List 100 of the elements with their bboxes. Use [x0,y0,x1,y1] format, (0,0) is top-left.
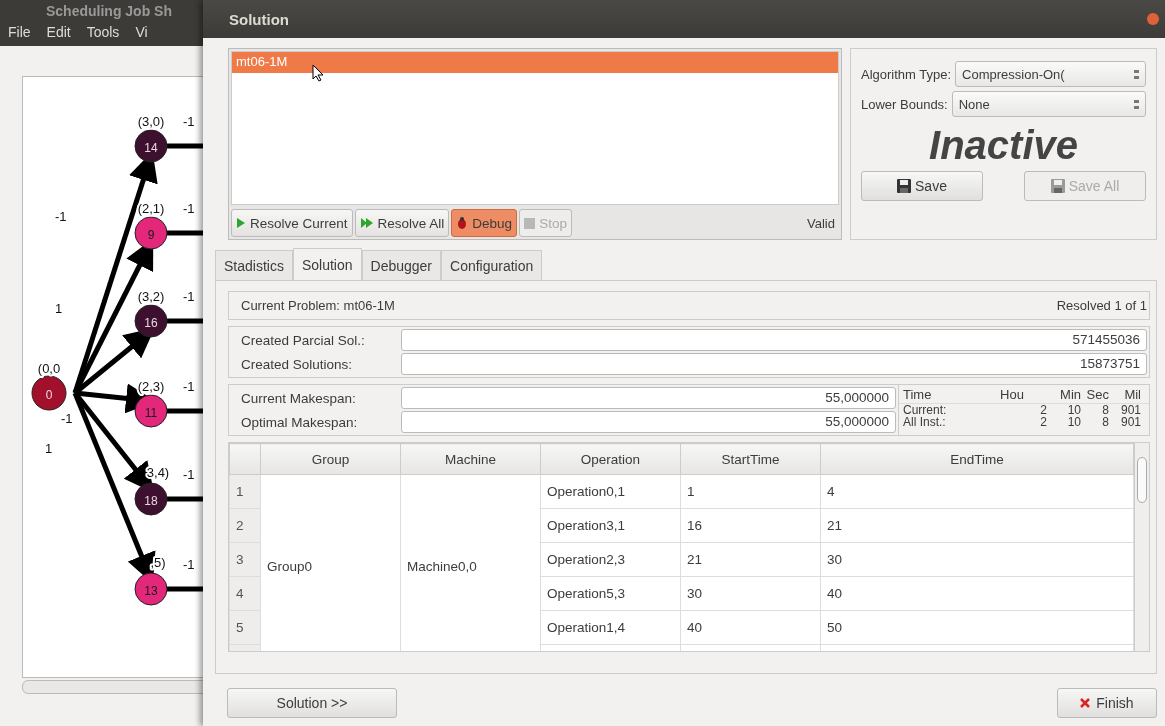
edge-label: 1 [45,441,53,456]
time-value: Current: [902,404,948,416]
graph-node[interactable] [134,216,168,250]
edge-label: -1 [183,379,195,394]
action-button[interactable]: Resolve Current [231,209,353,237]
finish-button[interactable]: Finish [1057,688,1157,718]
time-column-header: Mil [1123,387,1142,403]
menu-item[interactable]: Edit [46,24,71,40]
current-problem: Current Problem: mt06-1M [241,298,395,313]
graph-node[interactable] [134,394,168,428]
table-cell: Operation1,4 [540,610,681,645]
time-column-header: Min [1059,387,1081,403]
status-text: Inactive [928,123,1079,167]
table-cell: Operation5,3 [540,576,681,611]
table-cell: Operation0,1 [540,474,681,509]
time-value: 901 [1119,404,1142,416]
fast-forward-icon [359,217,374,229]
node-label: 0 [45,388,53,402]
table-cell: 40 [680,610,821,645]
table-cell: 16 [680,508,821,543]
row-number: 5 [229,610,261,645]
node-label: 9 [147,228,155,242]
field-label: Created Parcial Sol.: [240,332,366,348]
menu-item[interactable]: Vi [135,24,148,40]
row-number: 4 [229,576,261,611]
field-label: Optimal Makespan: [240,414,359,430]
tab[interactable]: Stadistics [215,250,293,280]
column-header[interactable]: EndTime [820,443,1134,475]
edge-label: 1 [55,301,63,316]
node-coordinate: (3,0) [137,114,165,129]
graph-node[interactable] [134,482,168,516]
edge-label: -1 [183,467,195,482]
validity-status: Valid [807,215,836,231]
node-label: 11 [144,406,158,420]
node-coordinate: (2,1) [137,201,165,216]
graph-node[interactable] [134,129,168,163]
spinner-arrows-icon [1134,99,1139,109]
close-icon [1080,698,1091,708]
time-value: 2 [1039,404,1047,416]
mouse-cursor-icon [312,64,324,82]
bounds-dropdown[interactable]: None [951,91,1146,117]
table-cell: 21 [680,542,821,577]
time-value: All Inst.: [902,416,947,428]
tab[interactable]: Solution [292,248,362,280]
node-label: 16 [144,316,158,330]
node-coordinate: (3,2) [137,289,165,304]
algorithm-dropdown[interactable]: Compression-On( [955,61,1146,87]
time-value: 8 [1101,416,1109,428]
vertical-scrollbar[interactable] [1134,443,1149,651]
table-cell: 30 [820,542,1134,577]
tab[interactable]: Configuration [441,250,543,280]
menu-item[interactable]: Tools [86,24,120,40]
field-label: Algorithm Type: [861,66,952,82]
table-cell: 50 [820,610,1134,645]
time-value: 901 [1119,416,1142,428]
time-column-header: Time [902,387,933,403]
time-value: 8 [1101,404,1109,416]
node-label: 13 [144,584,158,598]
edge-label: -1 [183,289,195,304]
counter-field: 571455036 [401,329,1147,351]
field-label: Lower Bounds: [861,96,948,112]
time-value: 10 [1066,416,1081,428]
table-cell: 4 [820,474,1134,509]
solution-toggle-button[interactable]: Solution >> [227,688,397,718]
time-column-header: Sec [1085,387,1109,403]
spinner-arrows-icon [1134,69,1139,79]
time-value: 2 [1039,416,1047,428]
row-number: 1 [229,474,261,509]
column-header[interactable]: Operation [540,443,681,475]
column-header[interactable]: StartTime [680,443,821,475]
save-button[interactable]: Save [861,171,983,201]
makespan-field: 55,000000 [401,411,896,433]
column-header[interactable]: Machine [400,443,541,475]
close-icon[interactable] [1147,13,1159,25]
stop-icon [524,217,536,229]
tab[interactable]: Debugger [361,250,441,280]
edge-label: -1 [61,411,73,426]
edge-label: -1 [183,201,195,216]
window-title: Solution [229,10,289,28]
node-label: 18 [144,494,158,508]
action-button[interactable]: Debug [451,209,518,237]
graph-node[interactable] [134,572,168,606]
field-label: Current Makespan: [240,390,357,406]
row-number: 3 [229,542,261,577]
node-coordinate: (0,0 [37,361,61,376]
node-coordinate: (2,3) [137,379,165,394]
table-cell: 1 [680,474,821,509]
node-label: 14 [144,141,158,155]
column-header[interactable]: Group [260,443,401,475]
resolved-count: Resolved 1 of 1 [1056,298,1147,313]
graph-node[interactable] [134,304,168,338]
counter-field: 15873751 [401,353,1147,375]
edge-label: -1 [55,209,67,224]
graph-node[interactable] [31,375,67,411]
edge-label: -1 [183,557,195,572]
makespan-field: 55,000000 [401,387,896,409]
bug-icon [456,216,469,230]
table-cell: 30 [680,576,821,611]
menu-item[interactable]: File [8,24,31,40]
action-button[interactable]: Resolve All [354,209,450,237]
